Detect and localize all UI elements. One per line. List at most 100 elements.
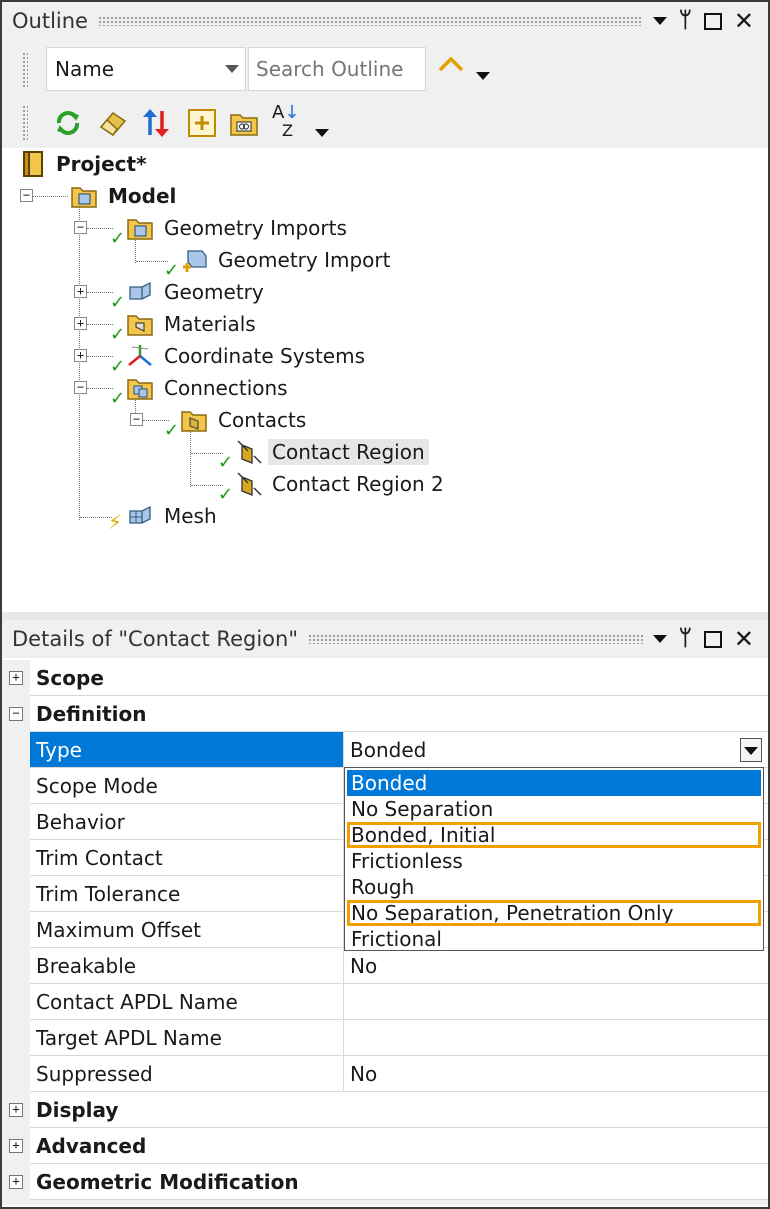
category-label: Display <box>30 1092 768 1128</box>
expand-coordinate-systems-toggle[interactable]: + <box>74 349 87 362</box>
outline-header: Outline ᛘ ✕ <box>2 2 768 40</box>
expand-geometry-toggle[interactable]: + <box>74 285 87 298</box>
tree-item-geometry-imports[interactable]: Geometry Imports <box>126 213 351 243</box>
folder-link-icon[interactable] <box>228 107 260 139</box>
type-select[interactable]: Bonded <box>344 732 768 768</box>
close-icon[interactable]: ✕ <box>734 627 754 651</box>
lightning-status-icon: ⚡ <box>108 510 123 534</box>
chevron-up-icon[interactable] <box>436 50 466 80</box>
property-name: Type <box>30 732 344 768</box>
pin-icon[interactable]: ᛘ <box>679 628 692 650</box>
tree-item-contact-region[interactable]: Contact Region <box>234 437 429 467</box>
tree-connector <box>79 204 80 520</box>
option-no-separation[interactable]: No Separation <box>347 796 761 822</box>
property-row-suppressed[interactable]: Suppressed No <box>2 1056 768 1092</box>
search-outline-input[interactable] <box>248 47 426 91</box>
property-row-target-apdl-name[interactable]: Target APDL Name <box>2 1020 768 1056</box>
tree-label: Geometry Import <box>218 248 391 272</box>
drag-grip[interactable] <box>307 634 643 644</box>
tree-item-geometry[interactable]: Geometry <box>126 277 268 307</box>
category-scope[interactable]: + Scope <box>2 660 768 696</box>
tree-item-contact-region-2[interactable]: Contact Region 2 <box>234 469 448 499</box>
expand-icon[interactable]: + <box>9 1175 23 1189</box>
property-value[interactable]: No <box>344 1056 768 1092</box>
property-name: Target APDL Name <box>30 1020 344 1056</box>
property-name: Scope Mode <box>30 768 344 804</box>
tree-item-project[interactable]: Project* <box>18 149 151 179</box>
tree-item-materials[interactable]: Materials <box>126 309 260 339</box>
option-bonded-initial[interactable]: Bonded, Initial <box>347 822 761 848</box>
status-ok-icon: ✓ <box>164 420 180 441</box>
expand-icon[interactable]: + <box>9 671 23 685</box>
expand-materials-toggle[interactable]: + <box>74 317 87 330</box>
collapse-model-toggle[interactable]: − <box>20 189 33 202</box>
tree-item-geometry-import[interactable]: Geometry Import <box>180 245 394 275</box>
property-value[interactable] <box>344 1020 768 1056</box>
geometry-import-icon <box>183 250 207 272</box>
contact-region-icon <box>237 472 262 496</box>
outline-search-toolbar: Name <box>2 40 768 98</box>
property-row-type[interactable]: Type Bonded <box>2 732 768 768</box>
toolbar-grip[interactable] <box>22 52 28 88</box>
type-select-value: Bonded <box>350 738 427 762</box>
search-options-icon[interactable] <box>476 72 490 80</box>
maximize-icon[interactable] <box>703 630 722 648</box>
tree-item-contacts[interactable]: Contacts <box>180 405 310 435</box>
property-row-breakable[interactable]: Breakable No <box>2 948 768 984</box>
category-display[interactable]: + Display <box>2 1092 768 1128</box>
category-geometric-modification[interactable]: + Geometric Modification <box>2 1164 768 1200</box>
category-label: Definition <box>30 696 768 732</box>
collapse-connections-toggle[interactable]: − <box>74 381 87 394</box>
geometry-icon <box>129 281 151 300</box>
category-label: Geometric Modification <box>30 1164 768 1200</box>
toolbar-grip[interactable] <box>22 105 28 141</box>
tree-item-coordinate-systems[interactable]: Coordinate Systems <box>126 341 369 371</box>
expand-all-icon[interactable] <box>186 107 218 139</box>
tree-label: Geometry Imports <box>164 216 347 240</box>
materials-folder-icon <box>127 315 153 336</box>
eraser-icon[interactable] <box>97 107 129 139</box>
property-row-contact-apdl-name[interactable]: Contact APDL Name <box>2 984 768 1020</box>
tree-label: Model <box>108 184 177 208</box>
collapse-icon[interactable]: − <box>9 707 23 721</box>
tree-item-mesh[interactable]: Mesh <box>126 501 221 531</box>
tree-item-connections[interactable]: Connections <box>126 373 292 403</box>
option-rough[interactable]: Rough <box>347 874 761 900</box>
sort-arrows-icon[interactable] <box>140 107 172 139</box>
category-label: Advanced <box>30 1128 768 1164</box>
close-icon[interactable]: ✕ <box>734 9 754 33</box>
collapse-contacts-toggle[interactable]: − <box>130 413 143 426</box>
pin-icon[interactable]: ᛘ <box>679 10 692 32</box>
project-book-icon <box>23 151 43 177</box>
property-name: Breakable <box>30 948 344 984</box>
drag-grip[interactable] <box>97 16 643 26</box>
expand-icon[interactable]: + <box>9 1139 23 1153</box>
status-ok-icon: ✓ <box>110 388 126 409</box>
option-bonded[interactable]: Bonded <box>347 770 761 796</box>
panel-splitter[interactable] <box>2 612 768 620</box>
panel-menu-icon[interactable] <box>652 635 667 643</box>
refresh-icon[interactable] <box>52 107 84 139</box>
option-frictionless[interactable]: Frictionless <box>347 848 761 874</box>
property-name: Maximum Offset <box>30 912 344 948</box>
panel-menu-icon[interactable] <box>652 17 667 25</box>
category-definition[interactable]: − Definition <box>2 696 768 732</box>
expand-icon[interactable]: + <box>9 1103 23 1117</box>
connections-folder-icon <box>127 379 153 400</box>
tree-label: Materials <box>164 312 256 336</box>
option-frictional[interactable]: Frictional <box>347 926 761 952</box>
details-header: Details of "Contact Region" ᛘ ✕ <box>2 620 768 658</box>
tree-item-model[interactable]: Model <box>70 181 180 211</box>
tree-label: Geometry <box>164 280 264 304</box>
option-no-separation-penetration-only[interactable]: No Separation, Penetration Only <box>347 900 761 926</box>
dropdown-button[interactable] <box>740 738 762 762</box>
maximize-icon[interactable] <box>703 12 722 30</box>
category-label: Scope <box>30 660 768 696</box>
sort-options-icon[interactable] <box>315 129 329 137</box>
property-value[interactable] <box>344 984 768 1020</box>
category-advanced[interactable]: + Advanced <box>2 1128 768 1164</box>
sort-az-icon[interactable]: A↓ Z <box>272 104 299 140</box>
property-value[interactable]: No <box>344 948 768 984</box>
filter-select[interactable]: Name <box>46 47 246 91</box>
collapse-geometry-imports-toggle[interactable]: − <box>74 221 87 234</box>
